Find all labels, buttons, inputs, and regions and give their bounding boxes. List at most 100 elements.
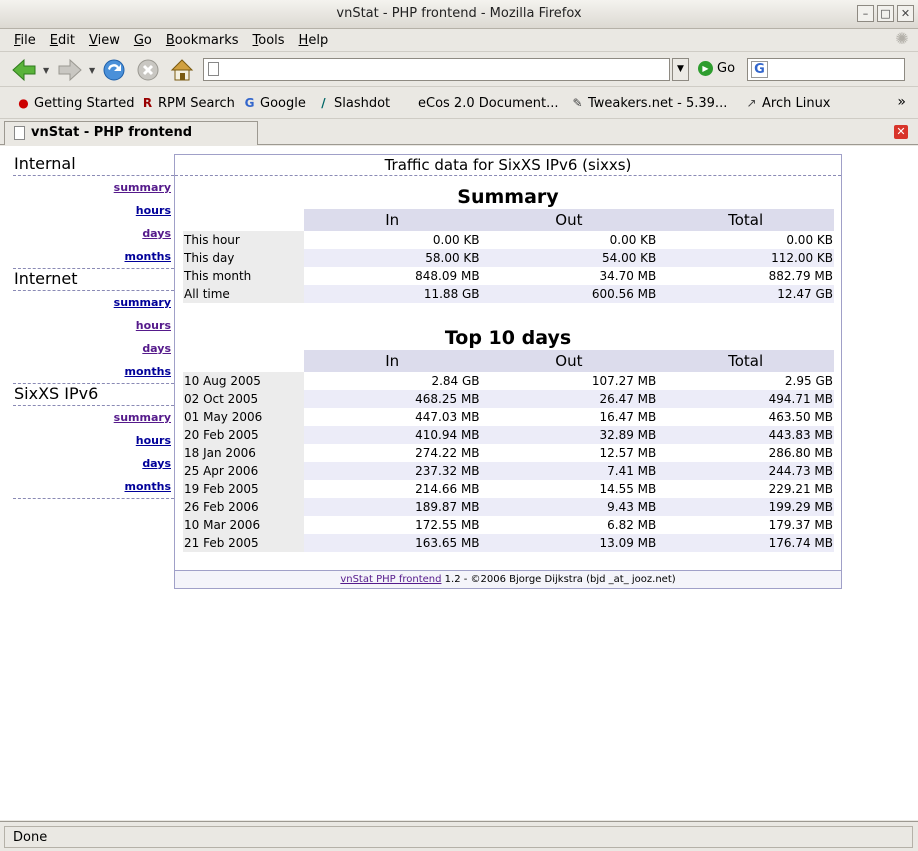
cell-out: 12.57 MB: [480, 444, 658, 462]
stop-icon: [137, 59, 159, 81]
tweakers-icon: ✎: [572, 96, 583, 110]
cell-total: 229.21 MB: [657, 480, 834, 498]
reload-button[interactable]: [100, 56, 128, 84]
go-label: Go: [717, 61, 736, 76]
footer-link[interactable]: vnStat PHP frontend: [340, 574, 441, 585]
column-header-total: Total: [657, 350, 834, 372]
sidebar-link-hours[interactable]: hours: [13, 429, 174, 452]
sidebar-group-internet: Internet summary hours days months: [13, 269, 174, 384]
sidebar-link-hours[interactable]: hours: [13, 314, 174, 337]
cell-in: 11.88 GB: [303, 285, 481, 303]
menu-bar: File Edit View Go Bookmarks Tools Help: [0, 29, 918, 51]
column-header-total: Total: [657, 209, 834, 231]
bookmark-tweakers[interactable]: ✎ Tweakers.net - 5.39...: [570, 96, 727, 111]
header-spacer: [183, 209, 304, 231]
sidebar-link-months[interactable]: months: [13, 475, 174, 498]
menu-edit[interactable]: Edit: [43, 33, 82, 48]
table-header: In Out Total: [183, 350, 834, 372]
back-dropdown-icon[interactable]: ▼: [43, 66, 49, 75]
forward-dropdown-icon[interactable]: ▼: [89, 66, 95, 75]
table-row: 01 May 2006 447.03 MB 16.47 MB 463.50 MB: [183, 408, 834, 426]
bookmark-label: RPM Search: [158, 96, 235, 111]
row-label: 01 May 2006: [183, 408, 304, 426]
table-row: 26 Feb 2006 189.87 MB 9.43 MB 199.29 MB: [183, 498, 834, 516]
sidebar-link-days[interactable]: days: [13, 222, 174, 245]
sidebar-link-summary[interactable]: summary: [13, 176, 174, 199]
menu-tools[interactable]: Tools: [246, 33, 292, 48]
cell-total: 244.73 MB: [657, 462, 834, 480]
close-icon[interactable]: ✕: [897, 5, 914, 22]
bookmark-rpm-search[interactable]: R RPM Search: [140, 96, 235, 111]
cell-out: 26.47 MB: [480, 390, 658, 408]
bookmark-ecos[interactable]: eCos 2.0 Document...: [418, 96, 559, 111]
search-input[interactable]: G: [747, 58, 905, 81]
cell-in: 163.65 MB: [303, 534, 481, 552]
table-row: This month 848.09 MB 34.70 MB 882.79 MB: [183, 267, 834, 285]
window-controls: – □ ✕: [857, 5, 914, 22]
title-bar: vnStat - PHP frontend - Mozilla Firefox …: [0, 0, 918, 29]
summary-table: In Out Total This hour 0.00 KB 0.00 KB 0.00…: [183, 209, 834, 303]
row-label: This day: [183, 249, 304, 267]
column-header-out: Out: [480, 350, 658, 372]
cell-out: 600.56 MB: [480, 285, 658, 303]
row-label: 02 Oct 2005: [183, 390, 304, 408]
forward-button[interactable]: [56, 56, 84, 84]
cell-total: 286.80 MB: [657, 444, 834, 462]
sidebar-title: Internet: [13, 269, 174, 291]
bookmark-getting-started[interactable]: ● Getting Started: [16, 96, 134, 111]
cell-out: 14.55 MB: [480, 480, 658, 498]
bookmark-label: Slashdot: [334, 96, 391, 111]
menu-view[interactable]: View: [82, 33, 127, 48]
footer-text: 1.2 - ©2006 Bjorge Dijkstra (bjd _at_ jo…: [441, 574, 676, 585]
rpm-icon: R: [142, 96, 153, 110]
page-title: Traffic data for SixXS IPv6 (sixxs): [175, 155, 841, 176]
menu-help[interactable]: Help: [292, 33, 336, 48]
url-input[interactable]: [203, 58, 670, 81]
stop-button[interactable]: [134, 56, 162, 84]
sidebar-link-days[interactable]: days: [13, 337, 174, 360]
cell-total: 443.83 MB: [657, 426, 834, 444]
table-row: This hour 0.00 KB 0.00 KB 0.00 KB: [183, 231, 834, 249]
footer: vnStat PHP frontend 1.2 - ©2006 Bjorge D…: [175, 570, 841, 588]
maximize-icon[interactable]: □: [877, 5, 894, 22]
cell-out: 107.27 MB: [480, 372, 658, 390]
cell-in: 214.66 MB: [303, 480, 481, 498]
more-bookmarks-icon[interactable]: »: [897, 94, 906, 110]
menu-bookmarks[interactable]: Bookmarks: [159, 33, 246, 48]
back-button[interactable]: [10, 56, 38, 84]
throbber-icon: ✺: [895, 29, 909, 48]
cell-in: 189.87 MB: [303, 498, 481, 516]
row-label: 21 Feb 2005: [183, 534, 304, 552]
menu-file[interactable]: File: [7, 33, 43, 48]
sidebar-link-months[interactable]: months: [13, 360, 174, 383]
cell-total: 176.74 MB: [657, 534, 834, 552]
menu-go[interactable]: Go: [127, 33, 159, 48]
bookmark-slashdot[interactable]: / Slashdot: [316, 96, 390, 111]
home-button[interactable]: [168, 56, 196, 84]
row-label: 10 Mar 2006: [183, 516, 304, 534]
cell-out: 7.41 MB: [480, 462, 658, 480]
row-label: 18 Jan 2006: [183, 444, 304, 462]
cell-total: 882.79 MB: [657, 267, 834, 285]
tab-label: vnStat - PHP frontend: [31, 125, 193, 140]
bookmark-arch-linux[interactable]: ↗ Arch Linux: [744, 96, 830, 111]
tab-vnstat[interactable]: vnStat - PHP frontend: [4, 121, 258, 145]
sidebar-link-summary[interactable]: summary: [13, 406, 174, 429]
minimize-icon[interactable]: –: [857, 5, 874, 22]
sidebar-link-days[interactable]: days: [13, 452, 174, 475]
window-title: vnStat - PHP frontend - Mozilla Firefox: [336, 6, 582, 21]
cell-out: 54.00 KB: [480, 249, 658, 267]
bookmark-google[interactable]: G Google: [242, 96, 306, 111]
cell-total: 463.50 MB: [657, 408, 834, 426]
cell-in: 468.25 MB: [303, 390, 481, 408]
go-button[interactable]: ▶ Go: [698, 61, 735, 76]
url-dropdown-icon[interactable]: ▼: [672, 58, 689, 81]
bookmark-label: eCos 2.0 Document...: [418, 96, 559, 111]
sidebar-link-months[interactable]: months: [13, 245, 174, 268]
cell-in: 172.55 MB: [303, 516, 481, 534]
sidebar-link-hours[interactable]: hours: [13, 199, 174, 222]
slashdot-icon: /: [321, 96, 326, 110]
sidebar-group-sixxs: SixXS IPv6 summary hours days months: [13, 384, 174, 499]
close-tab-icon[interactable]: ✕: [894, 125, 908, 139]
sidebar-link-summary[interactable]: summary: [13, 291, 174, 314]
